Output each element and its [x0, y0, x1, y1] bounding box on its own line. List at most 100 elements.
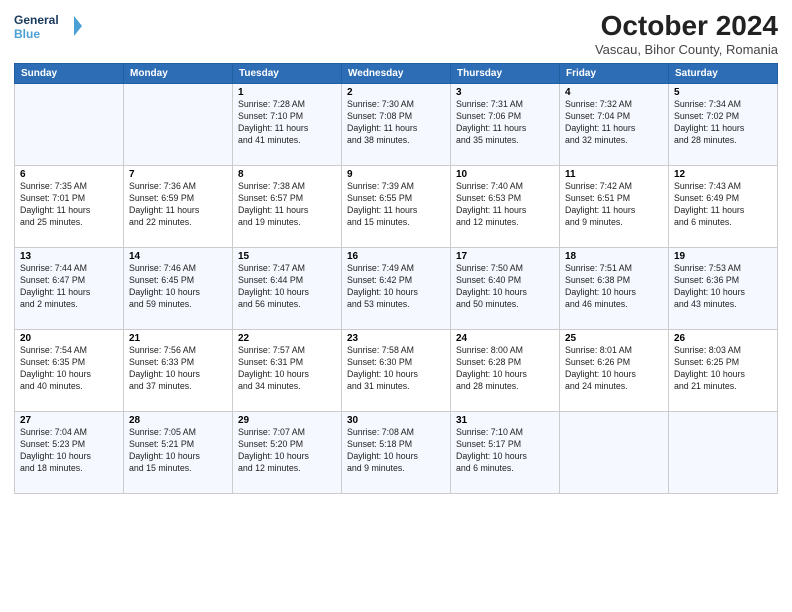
- col-saturday: Saturday: [669, 64, 778, 84]
- header: General Blue October 2024 Vascau, Bihor …: [14, 10, 778, 57]
- day-detail: Sunrise: 7:34 AM Sunset: 7:02 PM Dayligh…: [674, 99, 772, 147]
- day-detail: Sunrise: 7:04 AM Sunset: 5:23 PM Dayligh…: [20, 427, 118, 475]
- logo-svg: General Blue: [14, 10, 84, 42]
- day-number: 15: [238, 251, 336, 262]
- day-number: 6: [20, 169, 118, 180]
- day-detail: Sunrise: 7:43 AM Sunset: 6:49 PM Dayligh…: [674, 181, 772, 229]
- day-detail: Sunrise: 7:56 AM Sunset: 6:33 PM Dayligh…: [129, 345, 227, 393]
- day-detail: Sunrise: 7:30 AM Sunset: 7:08 PM Dayligh…: [347, 99, 445, 147]
- week-row-3: 13Sunrise: 7:44 AM Sunset: 6:47 PM Dayli…: [15, 248, 778, 330]
- cell-1-1: [15, 84, 124, 166]
- cell-1-4: 2Sunrise: 7:30 AM Sunset: 7:08 PM Daylig…: [342, 84, 451, 166]
- day-detail: Sunrise: 7:44 AM Sunset: 6:47 PM Dayligh…: [20, 263, 118, 311]
- day-number: 24: [456, 333, 554, 344]
- day-detail: Sunrise: 7:57 AM Sunset: 6:31 PM Dayligh…: [238, 345, 336, 393]
- day-detail: Sunrise: 8:00 AM Sunset: 6:28 PM Dayligh…: [456, 345, 554, 393]
- day-number: 21: [129, 333, 227, 344]
- day-number: 22: [238, 333, 336, 344]
- col-monday: Monday: [124, 64, 233, 84]
- day-detail: Sunrise: 7:38 AM Sunset: 6:57 PM Dayligh…: [238, 181, 336, 229]
- day-number: 12: [674, 169, 772, 180]
- cell-2-1: 6Sunrise: 7:35 AM Sunset: 7:01 PM Daylig…: [15, 166, 124, 248]
- cell-1-5: 3Sunrise: 7:31 AM Sunset: 7:06 PM Daylig…: [451, 84, 560, 166]
- col-sunday: Sunday: [15, 64, 124, 84]
- day-detail: Sunrise: 7:35 AM Sunset: 7:01 PM Dayligh…: [20, 181, 118, 229]
- day-number: 16: [347, 251, 445, 262]
- day-detail: Sunrise: 7:58 AM Sunset: 6:30 PM Dayligh…: [347, 345, 445, 393]
- col-tuesday: Tuesday: [233, 64, 342, 84]
- cell-2-2: 7Sunrise: 7:36 AM Sunset: 6:59 PM Daylig…: [124, 166, 233, 248]
- day-number: 20: [20, 333, 118, 344]
- cell-4-5: 24Sunrise: 8:00 AM Sunset: 6:28 PM Dayli…: [451, 330, 560, 412]
- day-detail: Sunrise: 7:49 AM Sunset: 6:42 PM Dayligh…: [347, 263, 445, 311]
- day-number: 4: [565, 87, 663, 98]
- day-detail: Sunrise: 8:03 AM Sunset: 6:25 PM Dayligh…: [674, 345, 772, 393]
- day-number: 31: [456, 415, 554, 426]
- cell-3-4: 16Sunrise: 7:49 AM Sunset: 6:42 PM Dayli…: [342, 248, 451, 330]
- calendar-header-row: Sunday Monday Tuesday Wednesday Thursday…: [15, 64, 778, 84]
- day-number: 5: [674, 87, 772, 98]
- cell-1-2: [124, 84, 233, 166]
- svg-text:General: General: [14, 13, 59, 27]
- logo: General Blue: [14, 10, 84, 42]
- cell-1-6: 4Sunrise: 7:32 AM Sunset: 7:04 PM Daylig…: [560, 84, 669, 166]
- day-detail: Sunrise: 7:05 AM Sunset: 5:21 PM Dayligh…: [129, 427, 227, 475]
- day-detail: Sunrise: 7:51 AM Sunset: 6:38 PM Dayligh…: [565, 263, 663, 311]
- day-number: 13: [20, 251, 118, 262]
- day-detail: Sunrise: 7:07 AM Sunset: 5:20 PM Dayligh…: [238, 427, 336, 475]
- cell-3-3: 15Sunrise: 7:47 AM Sunset: 6:44 PM Dayli…: [233, 248, 342, 330]
- day-number: 17: [456, 251, 554, 262]
- day-number: 11: [565, 169, 663, 180]
- cell-2-5: 10Sunrise: 7:40 AM Sunset: 6:53 PM Dayli…: [451, 166, 560, 248]
- cell-3-7: 19Sunrise: 7:53 AM Sunset: 6:36 PM Dayli…: [669, 248, 778, 330]
- cell-2-6: 11Sunrise: 7:42 AM Sunset: 6:51 PM Dayli…: [560, 166, 669, 248]
- day-detail: Sunrise: 7:50 AM Sunset: 6:40 PM Dayligh…: [456, 263, 554, 311]
- cell-3-1: 13Sunrise: 7:44 AM Sunset: 6:47 PM Dayli…: [15, 248, 124, 330]
- svg-text:Blue: Blue: [14, 27, 40, 41]
- cell-3-2: 14Sunrise: 7:46 AM Sunset: 6:45 PM Dayli…: [124, 248, 233, 330]
- day-number: 1: [238, 87, 336, 98]
- day-number: 10: [456, 169, 554, 180]
- title-block: October 2024 Vascau, Bihor County, Roman…: [595, 10, 778, 57]
- calendar-body: 1Sunrise: 7:28 AM Sunset: 7:10 PM Daylig…: [15, 84, 778, 494]
- cell-4-7: 26Sunrise: 8:03 AM Sunset: 6:25 PM Dayli…: [669, 330, 778, 412]
- cell-4-2: 21Sunrise: 7:56 AM Sunset: 6:33 PM Dayli…: [124, 330, 233, 412]
- cell-5-3: 29Sunrise: 7:07 AM Sunset: 5:20 PM Dayli…: [233, 412, 342, 494]
- page: General Blue October 2024 Vascau, Bihor …: [0, 0, 792, 612]
- day-number: 9: [347, 169, 445, 180]
- day-number: 29: [238, 415, 336, 426]
- day-detail: Sunrise: 7:47 AM Sunset: 6:44 PM Dayligh…: [238, 263, 336, 311]
- day-detail: Sunrise: 7:40 AM Sunset: 6:53 PM Dayligh…: [456, 181, 554, 229]
- cell-4-6: 25Sunrise: 8:01 AM Sunset: 6:26 PM Dayli…: [560, 330, 669, 412]
- day-detail: Sunrise: 8:01 AM Sunset: 6:26 PM Dayligh…: [565, 345, 663, 393]
- cell-2-3: 8Sunrise: 7:38 AM Sunset: 6:57 PM Daylig…: [233, 166, 342, 248]
- cell-1-3: 1Sunrise: 7:28 AM Sunset: 7:10 PM Daylig…: [233, 84, 342, 166]
- day-detail: Sunrise: 7:54 AM Sunset: 6:35 PM Dayligh…: [20, 345, 118, 393]
- day-number: 27: [20, 415, 118, 426]
- day-detail: Sunrise: 7:08 AM Sunset: 5:18 PM Dayligh…: [347, 427, 445, 475]
- col-thursday: Thursday: [451, 64, 560, 84]
- cell-4-3: 22Sunrise: 7:57 AM Sunset: 6:31 PM Dayli…: [233, 330, 342, 412]
- day-number: 23: [347, 333, 445, 344]
- day-number: 7: [129, 169, 227, 180]
- week-row-2: 6Sunrise: 7:35 AM Sunset: 7:01 PM Daylig…: [15, 166, 778, 248]
- cell-5-6: [560, 412, 669, 494]
- day-detail: Sunrise: 7:42 AM Sunset: 6:51 PM Dayligh…: [565, 181, 663, 229]
- cell-3-6: 18Sunrise: 7:51 AM Sunset: 6:38 PM Dayli…: [560, 248, 669, 330]
- week-row-1: 1Sunrise: 7:28 AM Sunset: 7:10 PM Daylig…: [15, 84, 778, 166]
- col-wednesday: Wednesday: [342, 64, 451, 84]
- day-number: 14: [129, 251, 227, 262]
- cell-3-5: 17Sunrise: 7:50 AM Sunset: 6:40 PM Dayli…: [451, 248, 560, 330]
- cell-5-1: 27Sunrise: 7:04 AM Sunset: 5:23 PM Dayli…: [15, 412, 124, 494]
- cell-5-7: [669, 412, 778, 494]
- cell-4-1: 20Sunrise: 7:54 AM Sunset: 6:35 PM Dayli…: [15, 330, 124, 412]
- day-detail: Sunrise: 7:31 AM Sunset: 7:06 PM Dayligh…: [456, 99, 554, 147]
- cell-2-7: 12Sunrise: 7:43 AM Sunset: 6:49 PM Dayli…: [669, 166, 778, 248]
- week-row-4: 20Sunrise: 7:54 AM Sunset: 6:35 PM Dayli…: [15, 330, 778, 412]
- day-number: 18: [565, 251, 663, 262]
- day-number: 19: [674, 251, 772, 262]
- cell-1-7: 5Sunrise: 7:34 AM Sunset: 7:02 PM Daylig…: [669, 84, 778, 166]
- cell-5-5: 31Sunrise: 7:10 AM Sunset: 5:17 PM Dayli…: [451, 412, 560, 494]
- day-detail: Sunrise: 7:46 AM Sunset: 6:45 PM Dayligh…: [129, 263, 227, 311]
- calendar-table: Sunday Monday Tuesday Wednesday Thursday…: [14, 63, 778, 494]
